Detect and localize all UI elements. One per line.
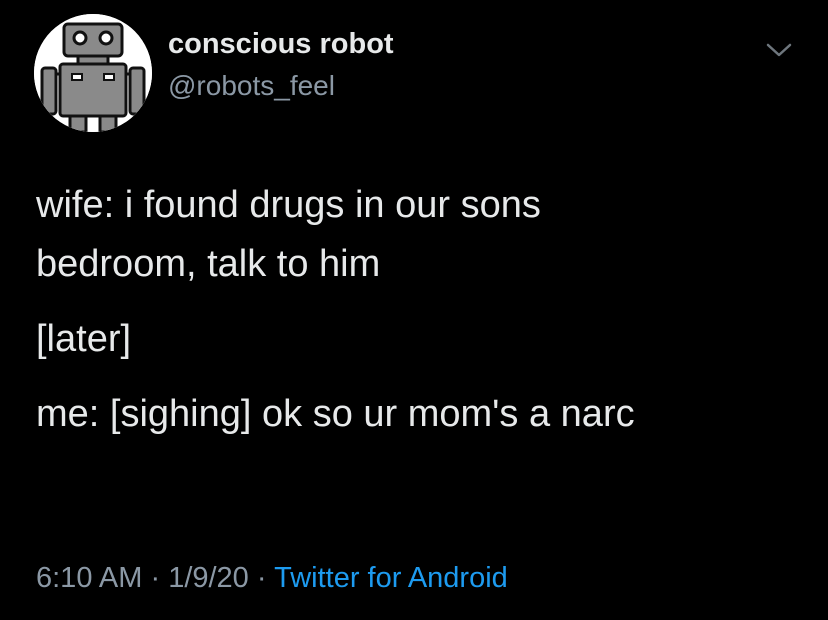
tweet-line: wife: i found drugs in our sons: [36, 184, 541, 226]
chevron-down-icon[interactable]: [762, 36, 796, 62]
tweet-card: conscious robot @robots_feel wife: i fou…: [0, 0, 828, 620]
avatar[interactable]: [34, 14, 152, 132]
tweet-line: me: [sighing] ok so ur mom's a narc: [36, 393, 635, 435]
tweet-source-link[interactable]: Twitter for Android: [274, 562, 508, 594]
tweet-time[interactable]: 6:10 AM: [36, 562, 142, 594]
robot-avatar-icon: [34, 14, 152, 132]
user-handle[interactable]: @robots_feel: [168, 70, 335, 102]
display-name[interactable]: conscious robot: [168, 28, 394, 61]
tweet-meta: 6:10 AM · 1/9/20 · Twitter for Android: [36, 562, 508, 595]
tweet-line: [later]: [36, 318, 132, 360]
tweet-line: bedroom, talk to him: [36, 243, 381, 285]
meta-separator: ·: [248, 562, 275, 594]
tweet-date[interactable]: 1/9/20: [168, 562, 249, 594]
meta-separator: ·: [142, 562, 169, 594]
tweet-text: wife: i found drugs in our sons bedroom,…: [36, 176, 806, 444]
